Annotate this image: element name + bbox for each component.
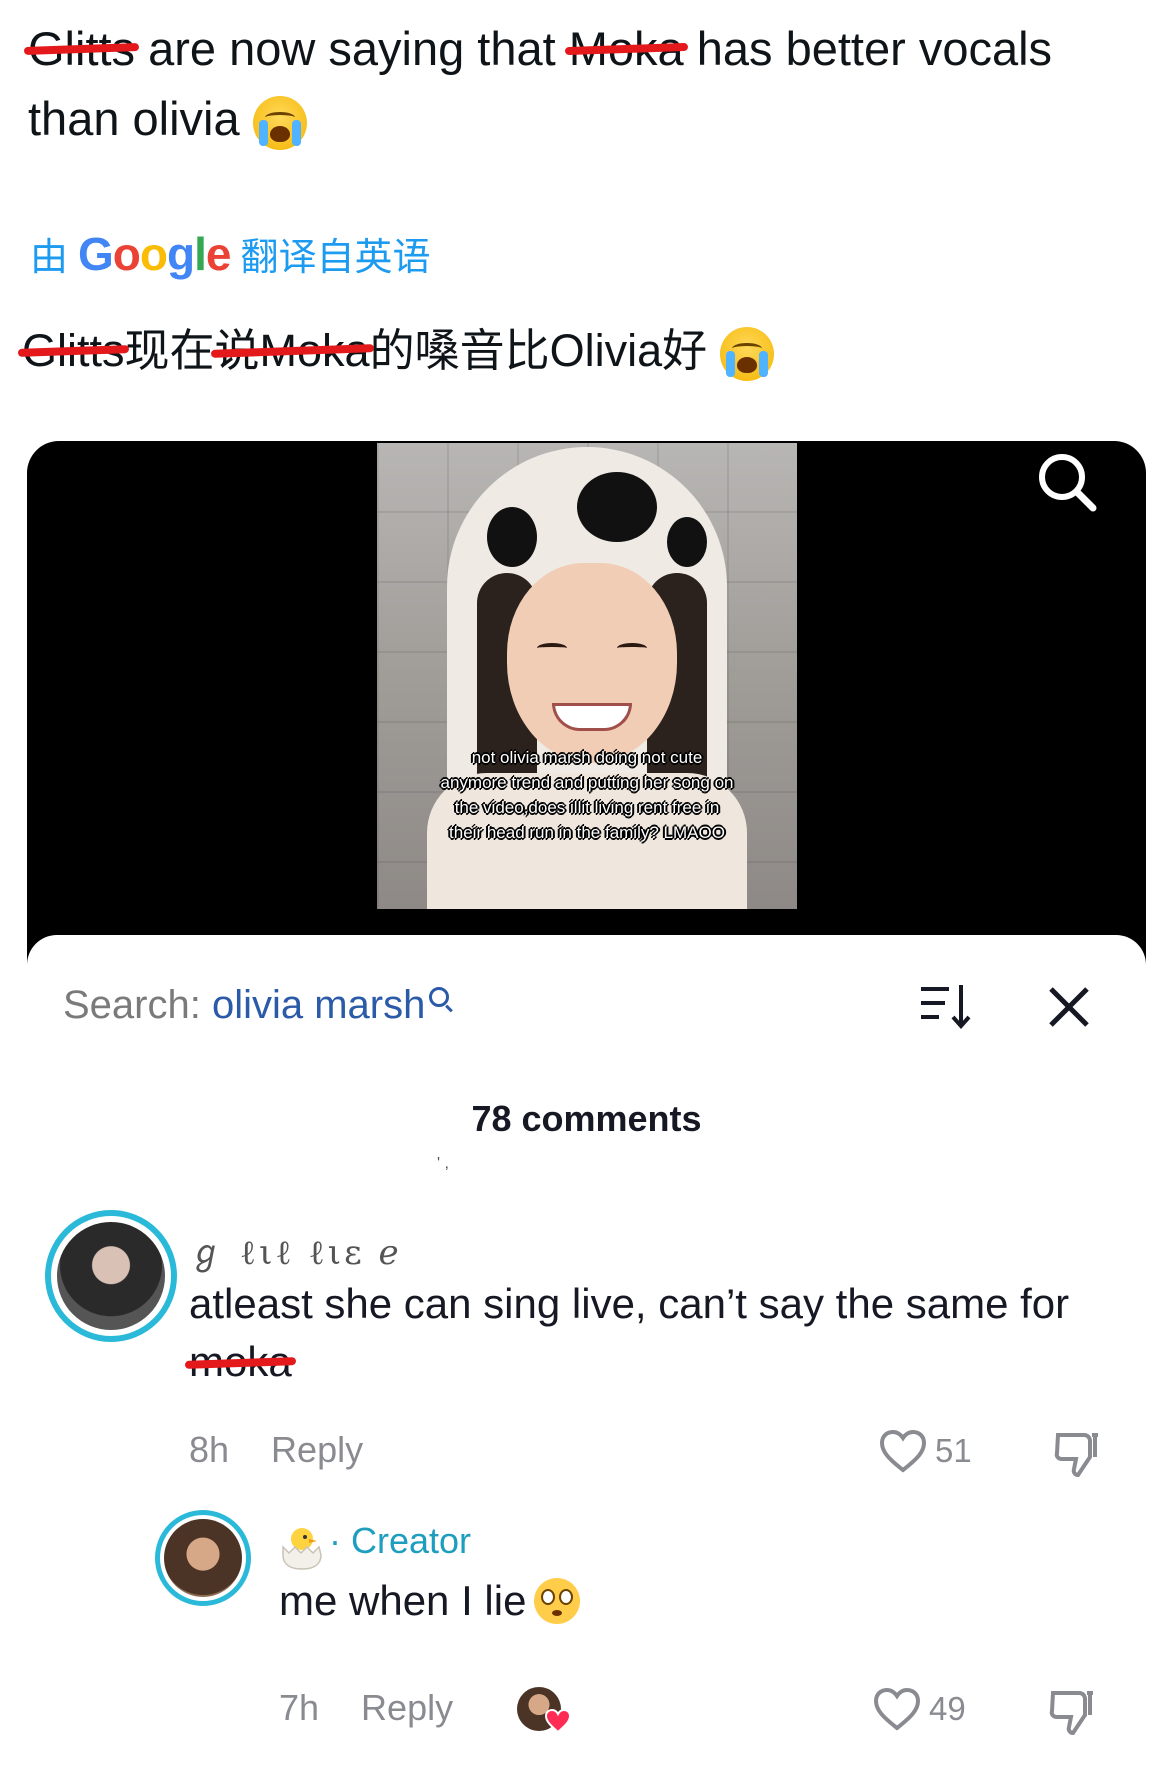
sort-icon[interactable] (919, 983, 971, 1029)
like-count: 49 (929, 1690, 966, 1727)
comment-time: 8h (189, 1429, 230, 1470)
redacted-word-2: Moka (564, 22, 688, 75)
translated-text: Glitts 现在说Moka 的嗓音比Olivia好 (17, 320, 774, 382)
comment-count: 78 comments (471, 1098, 702, 1139)
close-icon[interactable] (1047, 985, 1091, 1029)
like-count: 51 (935, 1432, 972, 1469)
redacted-word-1: Glitts (17, 325, 129, 376)
commenter-avatar[interactable] (45, 1210, 177, 1342)
loading-dots: ' , (437, 1155, 449, 1172)
creator-badge: · Creator (329, 1520, 472, 1561)
reply-text: me when I lie (279, 1577, 581, 1625)
redacted-word-2: 说Moka (210, 325, 374, 376)
translation-suffix: 翻译自英语 (240, 237, 431, 279)
tweet-text-part1: are now saying that (135, 22, 569, 75)
like-button[interactable]: 49 (873, 1687, 966, 1731)
reply-text-content: me when I lie (279, 1577, 527, 1624)
media-screenshot[interactable]: not olivia marsh doing not cute anymore … (27, 441, 1146, 1786)
redacted-word: moka (184, 1338, 296, 1385)
heart-icon[interactable] (879, 1429, 927, 1473)
reply-meta: 7h Reply (279, 1687, 453, 1729)
translated-part2: 的嗓音比Olivia好 (369, 325, 708, 376)
google-logo: Google (78, 227, 231, 280)
creator-heart-icon (545, 1709, 571, 1733)
search-label: Search: (63, 983, 212, 1027)
heart-icon[interactable] (873, 1687, 921, 1731)
search-icon (429, 987, 450, 1007)
translation-credit[interactable]: 由 Google 翻译自英语 (30, 226, 431, 281)
search-term[interactable]: olivia marsh (212, 983, 425, 1027)
comment-text-main: atleast she can sing live, can’t say the… (189, 1280, 1070, 1327)
translated-part1: 现在 (124, 325, 215, 376)
comments-sheet: Search: olivia marsh 78 comments ' , ℊ ℓ… (27, 935, 1146, 1786)
loudly-crying-emoji-icon (719, 327, 774, 382)
commenter-username[interactable]: ℊ ℓιℓ ℓιε ℯ (189, 1225, 402, 1274)
face-illustration (507, 563, 677, 763)
comment-meta: 8h Reply (189, 1429, 363, 1471)
comment-text: atleast she can sing live, can’t say the… (184, 1275, 1089, 1391)
video-thumbnail[interactable]: not olivia marsh doing not cute anymore … (377, 443, 797, 909)
reply-time: 7h (279, 1687, 320, 1728)
loudly-crying-emoji-icon (252, 95, 307, 150)
creator-avatar[interactable] (155, 1510, 251, 1606)
dislike-icon[interactable] (1047, 1687, 1097, 1737)
video-caption: not olivia marsh doing not cute anymore … (440, 748, 734, 842)
reply-button[interactable]: Reply (271, 1429, 363, 1470)
hatching-chick-icon (282, 1528, 322, 1570)
translation-prefix: 由 (30, 237, 69, 279)
tweet-text: Glitts are now saying that Moka has bett… (23, 14, 1128, 154)
reply-button[interactable]: Reply (361, 1687, 453, 1728)
search-icon[interactable] (1036, 451, 1098, 513)
search-suggestion[interactable]: Search: olivia marsh (63, 983, 450, 1028)
dislike-icon[interactable] (1052, 1429, 1102, 1479)
redacted-word-1: Glitts (23, 22, 140, 75)
like-button[interactable]: 51 (879, 1429, 972, 1473)
flushed-face-emoji-icon (534, 1578, 581, 1624)
